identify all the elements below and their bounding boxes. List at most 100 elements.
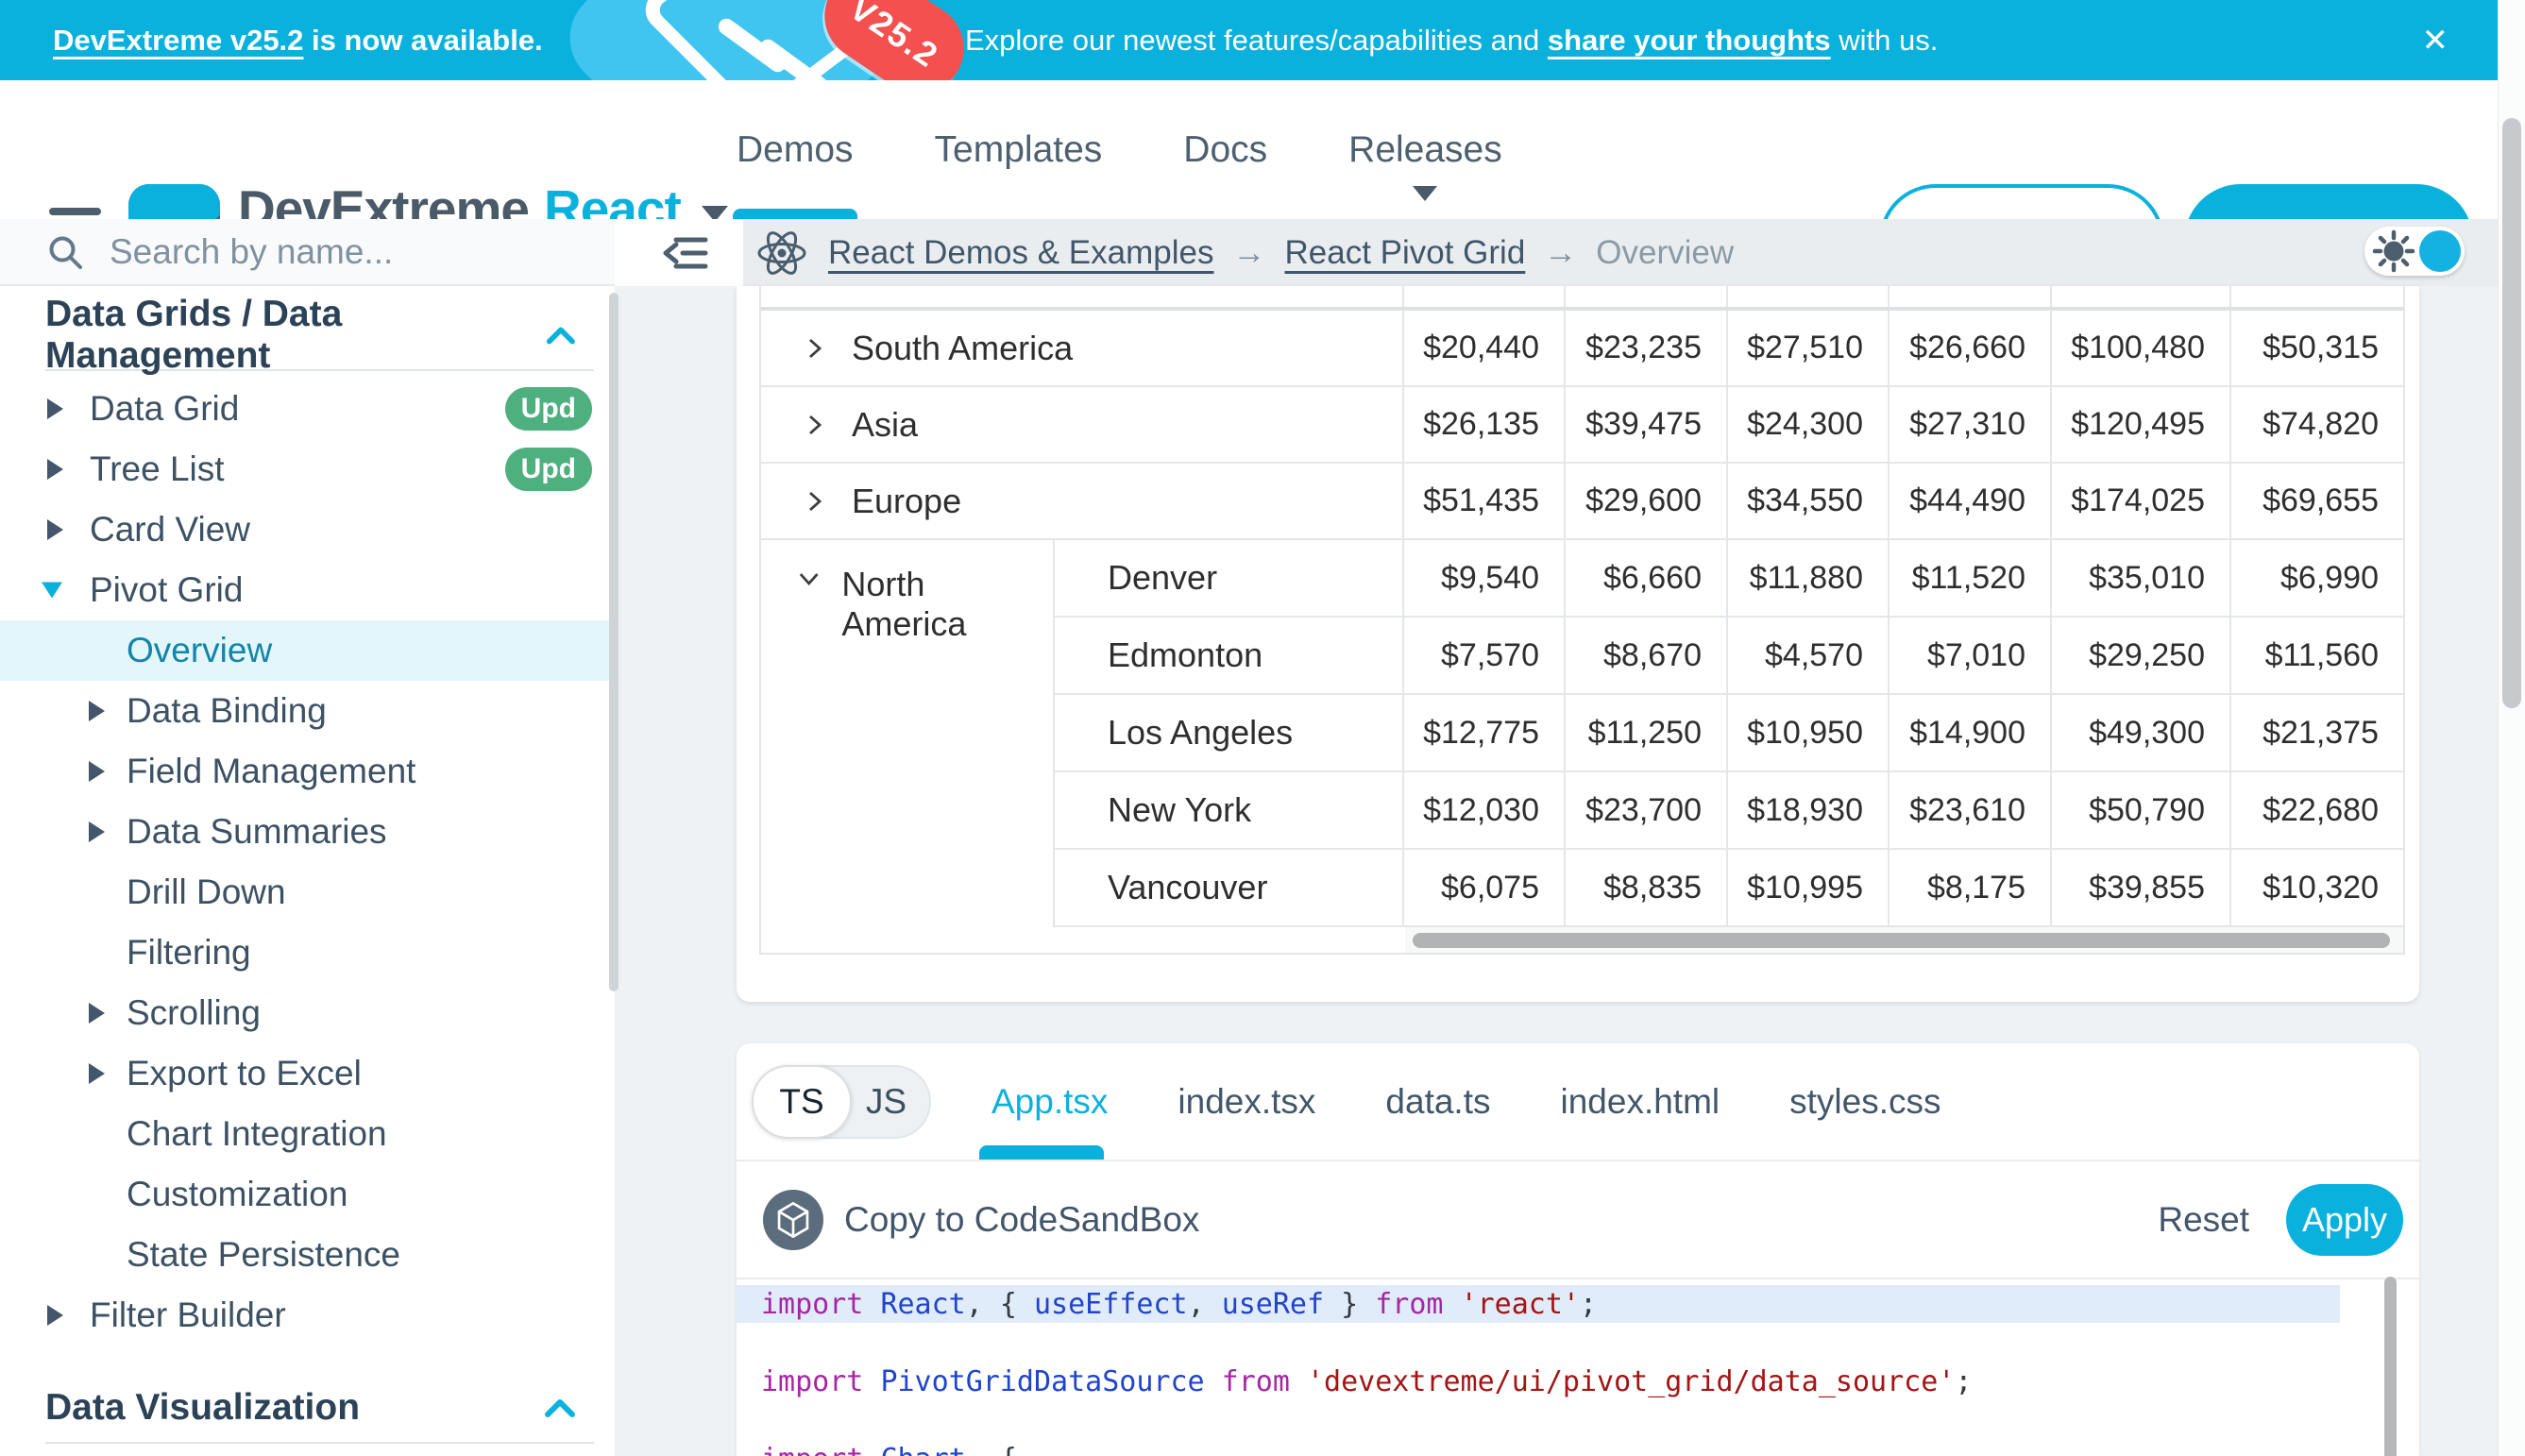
pivot-value-cell[interactable]: $27,510 — [1728, 311, 1890, 385]
language-toggle-ts[interactable]: TS — [752, 1065, 852, 1139]
sidebar-item-scrolling[interactable]: Scrolling — [0, 983, 615, 1043]
pivot-value-cell[interactable]: $22,680 — [2231, 772, 2403, 848]
code-tab-index-tsx[interactable]: index.tsx — [1178, 1082, 1315, 1122]
code-editor[interactable]: import React, { useEffect, useRef } from… — [737, 1281, 2419, 1456]
nav-item-templates[interactable]: Templates — [935, 129, 1103, 171]
page-scrollbar-thumb[interactable] — [2502, 118, 2521, 708]
pivot-value-cell[interactable]: $6,990 — [2231, 540, 2403, 616]
code-tab-index-html[interactable]: index.html — [1561, 1082, 1720, 1122]
sidebar-item-filter-builder[interactable]: Filter Builder — [0, 1285, 615, 1346]
pivot-hscrollbar-thumb[interactable] — [1413, 933, 2390, 948]
code-line[interactable]: import Chart, { — [737, 1440, 2340, 1456]
pivot-value-cell[interactable]: $8,670 — [1566, 618, 1728, 693]
language-toggle-js[interactable]: JS — [866, 1067, 907, 1137]
sidebar-item-field-management[interactable]: Field Management — [0, 741, 615, 802]
code-scrollbar[interactable] — [2384, 1277, 2397, 1456]
share-your-thoughts-link[interactable]: share your thoughts — [1548, 24, 1831, 58]
code-line[interactable]: import PivotGridDataSource from 'devextr… — [737, 1363, 2340, 1400]
pivot-value-cell[interactable]: $174,025 — [2052, 464, 2231, 538]
pivot-city-cell[interactable]: Los Angeles — [1055, 695, 1404, 770]
pivot-value-cell[interactable]: $39,855 — [2052, 850, 2231, 925]
pivot-value-cell[interactable]: $10,950 — [1728, 695, 1890, 770]
pivot-value-cell[interactable]: $34,550 — [1728, 464, 1890, 538]
pivot-value-cell[interactable]: $50,315 — [2231, 311, 2403, 385]
search-input[interactable] — [108, 231, 517, 273]
pivot-value-cell[interactable]: $12,030 — [1404, 772, 1566, 848]
breadcrumb-item[interactable]: React Pivot Grid — [1284, 234, 1525, 271]
pivot-value-cell[interactable]: $4,570 — [1728, 618, 1890, 693]
pivot-value-cell[interactable]: $6,075 — [1404, 850, 1566, 925]
nav-item-docs[interactable]: Docs — [1183, 129, 1267, 171]
theme-toggle-knob[interactable] — [2419, 230, 2461, 272]
pivot-value-cell[interactable]: $23,610 — [1890, 772, 2052, 848]
sidebar-item-data-summaries[interactable]: Data Summaries — [0, 802, 615, 862]
pivot-city-cell[interactable]: Denver — [1055, 540, 1404, 616]
code-line[interactable]: import React, { useEffect, useRef } from… — [737, 1285, 2340, 1323]
copy-to-codesandbox-label[interactable]: Copy to CodeSandBox — [844, 1200, 1199, 1240]
pivot-region-expander[interactable]: South America — [761, 311, 1404, 385]
pivot-value-cell[interactable]: $39,475 — [1566, 387, 1728, 462]
pivot-value-cell[interactable]: $29,600 — [1566, 464, 1728, 538]
pivot-value-cell[interactable]: $29,250 — [2052, 618, 2231, 693]
pivot-region-expander[interactable]: North America — [761, 540, 1055, 927]
pivot-value-cell[interactable]: $51,435 — [1404, 464, 1566, 538]
pivot-city-cell[interactable]: Vancouver — [1055, 850, 1404, 925]
pivot-value-cell[interactable]: $8,835 — [1566, 850, 1728, 925]
pivot-city-cell[interactable]: Edmonton — [1055, 618, 1404, 693]
sidebar-item-chart-integration[interactable]: Chart Integration — [0, 1104, 615, 1164]
pivot-value-cell[interactable]: $10,995 — [1728, 850, 1890, 925]
pivot-value-cell[interactable]: $50,790 — [2052, 772, 2231, 848]
pivot-value-cell[interactable]: $27,310 — [1890, 387, 2052, 462]
sidebar-item-data-grid[interactable]: Data GridUpd — [0, 379, 615, 439]
pivot-value-cell[interactable]: $7,570 — [1404, 618, 1566, 693]
sidebar-item-pivot-grid[interactable]: Pivot Grid — [0, 560, 615, 620]
pivot-city-cell[interactable]: New York — [1055, 772, 1404, 848]
pivot-value-cell[interactable]: $8,175 — [1890, 850, 2052, 925]
banner-close-icon[interactable]: ✕ — [2422, 0, 2449, 80]
pivot-value-cell[interactable]: $100,480 — [2052, 311, 2231, 385]
theme-toggle[interactable] — [2364, 227, 2465, 276]
nav-item-demos[interactable]: Demos — [737, 129, 854, 171]
sidebar-item-export-to-excel[interactable]: Export to Excel — [0, 1043, 615, 1104]
sidebar-item-card-view[interactable]: Card View — [0, 499, 615, 560]
code-tab-styles-css[interactable]: styles.css — [1789, 1082, 1940, 1122]
code-tab-app-tsx[interactable]: App.tsx — [991, 1082, 1108, 1122]
pivot-value-cell[interactable]: $49,300 — [2052, 695, 2231, 770]
pivot-value-cell[interactable]: $23,235 — [1566, 311, 1728, 385]
breadcrumb-item[interactable]: React Demos & Examples — [828, 234, 1213, 271]
pivot-value-cell[interactable]: $44,490 — [1890, 464, 2052, 538]
code-tab-data-ts[interactable]: data.ts — [1385, 1082, 1490, 1122]
pivot-value-cell[interactable]: $21,375 — [2231, 695, 2403, 770]
sidebar-item-overview[interactable]: Overview — [0, 620, 615, 681]
codesandbox-icon[interactable] — [763, 1190, 823, 1250]
pivot-region-expander[interactable]: Europe — [761, 464, 1404, 538]
pivot-value-cell[interactable]: $11,880 — [1728, 540, 1890, 616]
pivot-value-cell[interactable]: $6,660 — [1566, 540, 1728, 616]
pivot-value-cell[interactable]: $11,520 — [1890, 540, 2052, 616]
pivot-region-expander[interactable]: Asia — [761, 387, 1404, 462]
pivot-value-cell[interactable]: $20,440 — [1404, 311, 1566, 385]
pivot-value-cell[interactable]: $10,320 — [2231, 850, 2403, 925]
pivot-value-cell[interactable]: $14,900 — [1890, 695, 2052, 770]
pivot-value-cell[interactable]: $24,300 — [1728, 387, 1890, 462]
pivot-value-cell[interactable]: $11,250 — [1566, 695, 1728, 770]
apply-button[interactable]: Apply — [2286, 1184, 2403, 1256]
sidebar-item-filtering[interactable]: Filtering — [0, 923, 615, 983]
pivot-value-cell[interactable]: $9,540 — [1404, 540, 1566, 616]
pivot-value-cell[interactable]: $11,560 — [2231, 618, 2403, 693]
banner-release-link[interactable]: DevExtreme v25.2 — [53, 24, 303, 58]
pivot-value-cell[interactable]: $12,775 — [1404, 695, 1566, 770]
sidebar-section-header[interactable]: Data Grids / Data Management — [0, 301, 615, 369]
pivot-value-cell[interactable]: $18,930 — [1728, 772, 1890, 848]
sidebar-section-header[interactable]: Data Visualization — [0, 1374, 615, 1442]
pivot-value-cell[interactable]: $74,820 — [2231, 387, 2403, 462]
nav-item-releases[interactable]: Releases — [1348, 129, 1502, 171]
pivot-value-cell[interactable]: $26,135 — [1404, 387, 1566, 462]
pivot-value-cell[interactable]: $69,655 — [2231, 464, 2403, 538]
pivot-value-cell[interactable]: $23,700 — [1566, 772, 1728, 848]
language-toggle[interactable]: TS JS — [752, 1065, 931, 1139]
reset-button[interactable]: Reset — [2158, 1200, 2249, 1240]
sidebar-item-drill-down[interactable]: Drill Down — [0, 862, 615, 923]
sidebar-item-data-binding[interactable]: Data Binding — [0, 681, 615, 741]
sidebar-item-state-persistence[interactable]: State Persistence — [0, 1225, 615, 1285]
